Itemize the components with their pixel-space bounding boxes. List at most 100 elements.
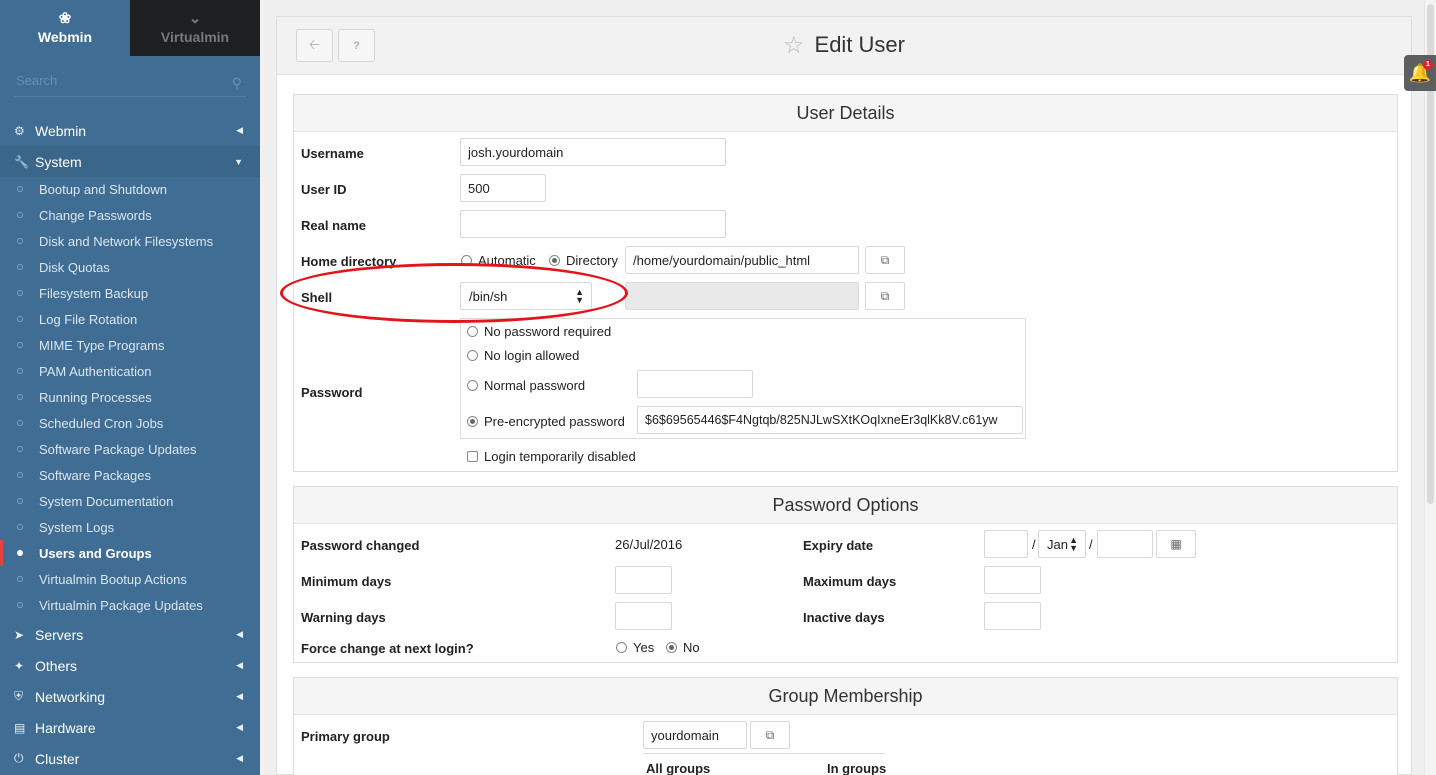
sidebar-item-users-groups[interactable]: Users and Groups [0, 540, 260, 566]
sidebar-cat-webmin[interactable]: ⚙ Webmin ◀ [0, 115, 260, 146]
shell-chooser-button[interactable]: ⧉ [865, 282, 905, 310]
radio-off-icon [461, 255, 472, 266]
sidebar-item-mime[interactable]: MIME Type Programs [0, 332, 260, 358]
caret-left-icon: ◀ [236, 722, 243, 732]
sidebar-item-disk-quotas[interactable]: Disk Quotas [0, 254, 260, 280]
force-no-radio[interactable]: No [666, 640, 700, 655]
bullet-icon [17, 472, 23, 478]
sidebar-item-label: Users and Groups [39, 545, 152, 561]
page-title: Edit User [814, 32, 905, 57]
home-directory-radio[interactable]: Directory [549, 253, 618, 268]
max-days-label: Maximum days [803, 574, 897, 589]
warning-days-label: Warning days [301, 610, 386, 625]
inactive-days-input[interactable] [984, 602, 1041, 630]
normal-password-input[interactable] [637, 370, 753, 398]
shell-select[interactable]: /bin/sh ▲ ▼ [460, 282, 592, 310]
date-separator: / [1089, 537, 1093, 552]
home-directory-label: Home directory [301, 254, 397, 269]
sidebar-cat-others[interactable]: ✦ Others ◀ [0, 650, 260, 681]
home-automatic-radio[interactable]: Automatic [461, 253, 536, 268]
password-changed-label: Password changed [301, 538, 420, 553]
home-directory-input[interactable] [625, 246, 859, 274]
pw-nologin-radio[interactable]: No login allowed [467, 348, 579, 363]
expiry-day-input[interactable] [984, 530, 1028, 558]
wrench-icon: ✦ [14, 658, 25, 673]
sidebar-search: ⚲ [0, 56, 260, 110]
search-icon[interactable]: ⚲ [232, 75, 242, 92]
user-details-panel: User Details Username User ID Real name … [293, 94, 1398, 472]
sidebar-cat-label: Hardware [35, 719, 96, 736]
force-yes-radio[interactable]: Yes [616, 640, 654, 655]
sidebar-item-documentation[interactable]: System Documentation [0, 488, 260, 514]
star-icon[interactable]: ☆ [783, 32, 805, 59]
bullet-icon [17, 394, 23, 400]
caret-left-icon: ◀ [236, 691, 243, 701]
tab-webmin-label: Webmin [37, 29, 93, 45]
sidebar-item-filesystems[interactable]: Disk and Network Filesystems [0, 228, 260, 254]
sidebar-item-label: PAM Authentication [39, 363, 152, 379]
pw-normal-radio[interactable]: Normal password [467, 378, 585, 393]
sidebar-item-package-updates[interactable]: Software Package Updates [0, 436, 260, 462]
sidebar-cat-networking[interactable]: ⛨ Networking ◀ [0, 681, 260, 712]
radio-label: No login allowed [484, 348, 580, 363]
sidebar-cat-system[interactable]: 🔧 System ▼ [0, 146, 260, 177]
expiry-month-select[interactable]: Jan ▲ ▼ [1038, 530, 1086, 558]
login-disabled-checkbox[interactable]: Login temporarily disabled [467, 449, 636, 464]
min-days-label: Minimum days [301, 574, 392, 589]
preencrypted-password-input[interactable] [637, 406, 1023, 434]
realname-label: Real name [301, 218, 367, 233]
page-scrollbar[interactable] [1424, 0, 1436, 775]
sidebar-cat-servers[interactable]: ➤ Servers ◀ [0, 619, 260, 650]
pw-none-radio[interactable]: No password required [467, 324, 611, 339]
userid-input[interactable] [460, 174, 546, 202]
sidebar-item-pam[interactable]: PAM Authentication [0, 358, 260, 384]
bullet-icon [17, 316, 23, 322]
realname-input[interactable] [460, 210, 726, 238]
sidebar-item-cron[interactable]: Scheduled Cron Jobs [0, 410, 260, 436]
shell-label: Shell [301, 290, 333, 305]
sidebar-item-vm-bootup[interactable]: Virtualmin Bootup Actions [0, 566, 260, 592]
search-input[interactable] [14, 69, 246, 97]
bullet-icon [17, 550, 23, 556]
tab-virtualmin[interactable]: ⌄ Virtualmin [130, 0, 260, 56]
home-chooser-button[interactable]: ⧉ [865, 246, 905, 274]
panel-heading: Group Membership [294, 678, 1397, 715]
sidebar-item-packages[interactable]: Software Packages [0, 462, 260, 488]
inactive-days-label: Inactive days [803, 610, 885, 625]
primary-group-input[interactable] [643, 721, 747, 749]
min-days-input[interactable] [615, 566, 672, 594]
shield-icon: ⛨ [14, 689, 24, 703]
caret-left-icon: ◀ [236, 629, 243, 639]
expiry-year-input[interactable] [1097, 530, 1153, 558]
sidebar-item-filesystem-backup[interactable]: Filesystem Backup [0, 280, 260, 306]
radio-label: Yes [633, 640, 655, 655]
notifications-button[interactable]: 🔔 1 [1404, 55, 1436, 91]
rocket-icon: ➤ [14, 627, 25, 642]
pw-preencrypted-radio[interactable]: Pre-encrypted password [467, 414, 625, 429]
sidebar-item-label: Filesystem Backup [39, 285, 149, 301]
updown-icon: ▲ ▼ [1069, 535, 1078, 553]
radio-label: Normal password [484, 378, 586, 393]
in-groups-header: In groups [827, 761, 887, 775]
max-days-input[interactable] [984, 566, 1041, 594]
warning-days-input[interactable] [615, 602, 672, 630]
sidebar-item-change-passwords[interactable]: Change Passwords [0, 202, 260, 228]
checkbox-icon [467, 451, 478, 462]
sidebar-item-log-rotation[interactable]: Log File Rotation [0, 306, 260, 332]
expiry-month-value: Jan [1047, 537, 1068, 552]
sidebar-item-processes[interactable]: Running Processes [0, 384, 260, 410]
sidebar-cat-cluster[interactable]: ⏻ Cluster ◀ [0, 743, 260, 774]
group-chooser-button[interactable]: ⧉ [750, 721, 790, 749]
bullet-icon [17, 420, 23, 426]
group-membership-panel: Group Membership Primary group ⧉ All gro… [293, 677, 1398, 775]
calendar-button[interactable]: ▦ [1156, 530, 1196, 558]
sidebar-item-system-logs[interactable]: System Logs [0, 514, 260, 540]
divider [643, 753, 885, 754]
sidebar-item-vm-updates[interactable]: Virtualmin Package Updates [0, 592, 260, 618]
tab-webmin[interactable]: ❀ Webmin [0, 0, 130, 56]
sidebar-item-bootup[interactable]: Bootup and Shutdown [0, 176, 260, 202]
sidebar-item-label: Disk Quotas [39, 259, 110, 275]
sidebar-cat-hardware[interactable]: ▤ Hardware ◀ [0, 712, 260, 743]
username-input[interactable] [460, 138, 726, 166]
bullet-icon [17, 602, 23, 608]
